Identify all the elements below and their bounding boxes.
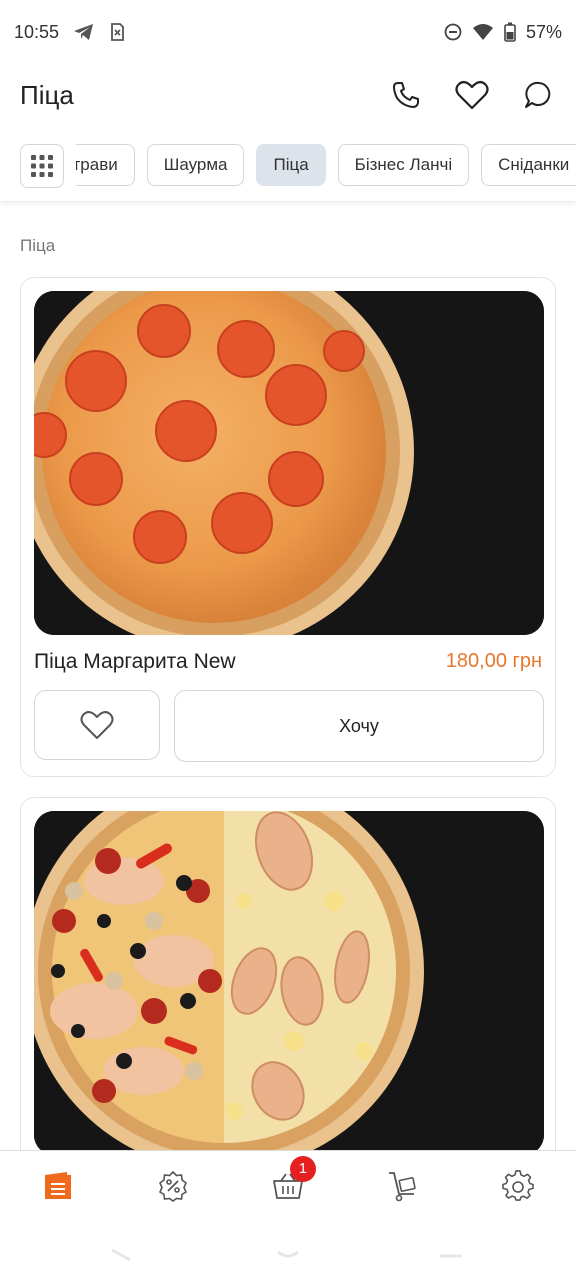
sim-off-icon <box>111 23 124 41</box>
app-header: Піца <box>0 64 576 126</box>
chat-button[interactable] <box>520 77 556 113</box>
battery-level: 57% <box>525 21 562 42</box>
delivery-cart-icon <box>389 1171 416 1201</box>
grid-icon <box>31 155 53 177</box>
heart-icon <box>80 711 114 739</box>
category-chip-active[interactable]: Піца <box>256 144 326 186</box>
category-chip[interactable]: Бізнес Ланчі <box>337 144 470 186</box>
nav-menu[interactable] <box>28 1156 88 1216</box>
all-categories-button[interactable] <box>20 144 64 188</box>
product-card[interactable] <box>20 797 556 1177</box>
section-title: Піца <box>20 236 56 255</box>
system-nav-hints <box>111 1248 462 1262</box>
product-name: Піца Маргарита New <box>34 650 236 673</box>
phone-icon <box>393 82 419 108</box>
add-to-favorites-button[interactable] <box>34 690 160 760</box>
pizza-margherita-image <box>34 291 544 635</box>
product-image <box>34 291 544 635</box>
favorites-button[interactable] <box>454 77 490 113</box>
battery-icon <box>504 22 516 42</box>
product-image <box>34 811 544 1155</box>
discount-icon <box>158 1170 187 1202</box>
nav-cart[interactable]: 1 <box>258 1155 318 1216</box>
wifi-icon <box>472 24 493 40</box>
category-chip[interactable]: Шаурма <box>146 144 245 186</box>
cart-badge: 1 <box>289 1155 316 1182</box>
nav-discounts[interactable] <box>143 1156 203 1216</box>
status-bar: 10:55 57% <box>0 0 576 64</box>
call-button[interactable] <box>388 77 424 113</box>
dnd-icon <box>444 23 462 41</box>
telegram-icon <box>74 24 94 40</box>
category-chip-row: страви Шаурма Піца Бізнес Ланчі Сніданки <box>64 144 576 186</box>
bottom-nav: 1 <box>0 1150 576 1220</box>
page-title: Піца <box>20 79 74 110</box>
category-chip[interactable]: Сніданки <box>481 144 576 186</box>
settings-icon <box>502 1169 535 1201</box>
pizza-half-and-half-image <box>34 811 544 1155</box>
category-bar: страви Шаурма Піца Бізнес Ланчі Сніданки <box>0 140 576 202</box>
system-nav-bar <box>0 1220 576 1280</box>
status-time: 10:55 <box>14 21 60 42</box>
menu-book-icon <box>44 1171 71 1199</box>
product-price: 180,00 грн <box>445 650 542 672</box>
nav-delivery[interactable] <box>373 1156 433 1216</box>
nav-settings[interactable] <box>488 1156 548 1216</box>
chat-icon <box>525 81 551 108</box>
product-card[interactable]: Піца Маргарита New 180,00 грн Хочу <box>20 277 556 777</box>
want-button[interactable]: Хочу <box>174 690 544 762</box>
heart-icon <box>455 80 489 110</box>
